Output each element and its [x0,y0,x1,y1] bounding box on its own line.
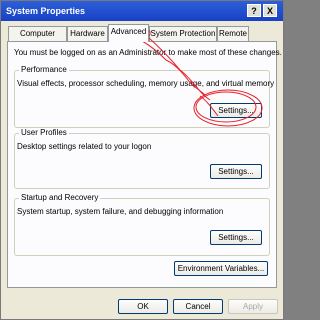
startup-recovery-label: Startup and Recovery [19,193,101,202]
tab-advanced-label: Advanced [110,27,147,36]
tab-hardware[interactable]: Hardware [67,26,108,41]
performance-label: Performance [19,65,69,74]
close-button[interactable]: X [263,4,277,17]
tab-system-protection[interactable]: System Protection [149,26,217,41]
user-profiles-label: User Profiles [19,128,69,137]
performance-description: Visual effects, processor scheduling, me… [17,79,275,88]
tab-advanced[interactable]: Advanced [108,24,149,42]
performance-settings-button[interactable]: Settings... [210,103,262,118]
window-title: System Properties [6,6,86,16]
user-profiles-group: User Profiles Desktop settings related t… [14,128,270,189]
system-properties-window: System Properties ? X Computer Name Hard… [0,0,284,320]
tab-remote-label: Remote [218,29,247,38]
close-icon: X [266,6,273,16]
startup-recovery-group: Startup and Recovery System startup, sys… [14,193,270,256]
tab-system-protection-label: System Protection [150,29,216,38]
ok-button[interactable]: OK [118,299,168,314]
apply-button[interactable]: Apply [228,299,278,314]
startup-recovery-description: System startup, system failure, and debu… [17,207,224,216]
help-icon: ? [251,6,257,16]
admin-notice: You must be logged on as an Administrato… [14,48,282,57]
advanced-panel: You must be logged on as an Administrato… [7,41,282,288]
environment-variables-button[interactable]: Environment Variables... [174,261,268,276]
tab-hardware-label: Hardware [70,29,105,38]
user-profiles-settings-button[interactable]: Settings... [210,164,262,179]
title-bar[interactable]: System Properties [1,1,283,21]
cancel-button[interactable]: Cancel [173,299,223,314]
tab-computer-name[interactable]: Computer Name [8,26,67,52]
user-profiles-description: Desktop settings related to your logon [17,142,152,151]
help-button[interactable]: ? [247,4,261,17]
performance-group: Performance Visual effects, processor sc… [14,65,274,128]
tab-remote[interactable]: Remote [217,26,249,41]
startup-recovery-settings-button[interactable]: Settings... [210,230,262,245]
